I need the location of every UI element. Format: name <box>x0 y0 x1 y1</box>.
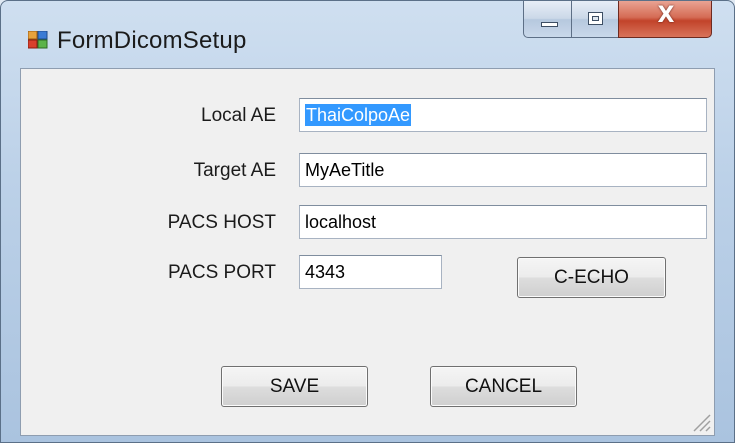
c-echo-button[interactable]: C-ECHO <box>517 257 666 298</box>
close-icon: X <box>657 3 675 28</box>
window-title: FormDicomSetup <box>57 27 247 54</box>
pacs-port-label: PACS PORT <box>167 262 276 283</box>
maximize-icon <box>588 12 603 25</box>
form-client-area: Local AE ThaiColpoAe Target AE MyAeTitle… <box>20 68 715 436</box>
dicom-setup-window: FormDicomSetup X Local AE ThaiColpoAe Ta… <box>0 0 735 443</box>
pacs-port-input[interactable]: 4343 <box>299 255 442 289</box>
maximize-button[interactable] <box>571 1 619 38</box>
cancel-button[interactable]: CANCEL <box>430 366 577 407</box>
close-button[interactable]: X <box>618 1 712 38</box>
local-ae-input[interactable]: ThaiColpoAe <box>299 98 707 132</box>
app-form-icon <box>28 31 48 49</box>
title-bar[interactable]: FormDicomSetup X <box>1 1 734 61</box>
minimize-button[interactable] <box>523 1 572 38</box>
local-ae-label: Local AE <box>201 105 276 126</box>
target-ae-label: Target AE <box>193 160 276 181</box>
save-button[interactable]: SAVE <box>221 366 368 407</box>
pacs-host-label: PACS HOST <box>167 212 276 233</box>
pacs-host-input[interactable]: localhost <box>299 205 707 239</box>
target-ae-input[interactable]: MyAeTitle <box>299 153 707 187</box>
local-ae-value: ThaiColpoAe <box>305 104 412 126</box>
minimize-icon <box>541 22 558 27</box>
resize-grip-icon[interactable] <box>690 411 712 433</box>
